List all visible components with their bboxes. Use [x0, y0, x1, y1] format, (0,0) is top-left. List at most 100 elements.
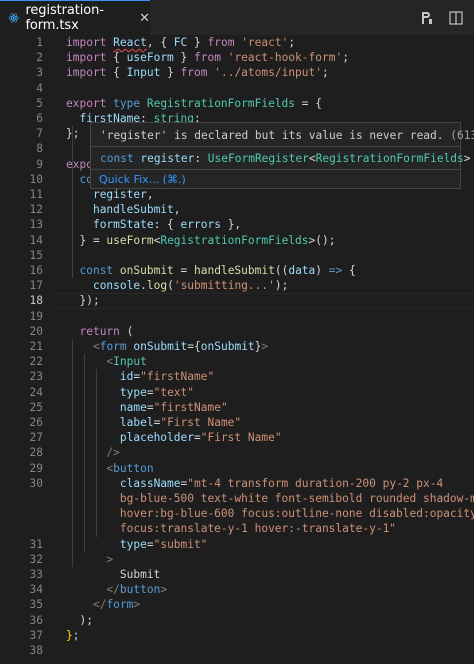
code-token: handleSubmit	[194, 264, 275, 277]
sig-const: const	[100, 152, 141, 165]
code-token: =	[173, 264, 195, 277]
code-line[interactable]: 5 export type RegistrationFormFields = {	[0, 96, 474, 111]
code-token: button	[119, 583, 161, 597]
line-content: handleSubmit,	[66, 202, 181, 217]
code-token: "submit"	[153, 537, 208, 551]
code-line[interactable]: 20 return (	[0, 324, 474, 339]
code-token: return	[79, 324, 120, 338]
code-token: '../atoms/input'	[214, 66, 323, 80]
code-token: label	[119, 416, 154, 429]
code-token: type	[119, 537, 147, 551]
line-number: 16	[29, 264, 43, 277]
line-number: 24	[29, 385, 43, 399]
line-content: expo	[66, 157, 93, 172]
line-number: 14	[29, 233, 43, 247]
line-content: } = useForm<RegistrationFormFields>();	[66, 233, 335, 248]
code-token: , {	[146, 36, 174, 49]
line-number: 6	[36, 112, 43, 125]
line-content: focus:translate-y-1 hover:-translate-y-1…	[66, 521, 396, 536]
line-content: type="submit"	[66, 537, 208, 552]
line-number: 27	[29, 431, 43, 445]
markdown-preview-icon[interactable]	[418, 10, 434, 26]
code-token: Input	[113, 355, 147, 369]
code-token: 'react-hook-form'	[227, 51, 343, 65]
line-content: export type RegistrationFormFields = {	[66, 96, 322, 111]
code-token: errors	[180, 218, 221, 232]
indent-guide	[72, 126, 73, 279]
code-token: type	[119, 385, 147, 399]
line-content: import React, { FC } from 'react';	[66, 35, 295, 50]
tab-filename: registration-form.tsx	[25, 3, 104, 33]
line-content: name="firstName"	[66, 400, 228, 415]
code-token: =	[193, 431, 201, 445]
code-token: >();	[308, 233, 336, 247]
code-line[interactable]: 18 });	[0, 293, 474, 308]
code-token: FC	[173, 36, 188, 49]
code-line[interactable]: 3 import { Input } from '../atoms/input';	[0, 65, 474, 80]
code-token: ((	[274, 264, 289, 277]
code-token: 'submitting...'	[173, 279, 275, 293]
line-number: 17	[29, 279, 43, 293]
code-token: button	[113, 461, 154, 475]
editor-tab[interactable]: registration-form.tsx ✕	[0, 0, 150, 35]
line-number: 35	[29, 598, 43, 612]
code-token: =>	[328, 264, 343, 277]
line-number: 18	[29, 294, 43, 308]
code-token: ;	[72, 628, 80, 642]
line-content: co	[66, 172, 92, 187]
split-editor-icon[interactable]	[448, 10, 464, 26]
code-token: "firstName"	[140, 370, 215, 384]
line-number: 23	[29, 370, 43, 384]
code-line[interactable]: 34 </button>	[0, 582, 474, 597]
code-token: "firstName"	[153, 400, 228, 414]
code-token: ,	[173, 203, 181, 217]
code-token: (	[167, 279, 174, 293]
line-number: 19	[29, 309, 43, 323]
code-token: );	[66, 613, 93, 627]
close-icon[interactable]: ✕	[139, 11, 150, 26]
code-line[interactable]: 1 import React, { FC } from 'react';	[0, 35, 474, 50]
code-token: =	[146, 537, 154, 551]
code-token: },	[220, 218, 242, 232]
code-line[interactable]: 36 );	[0, 613, 474, 628]
react-icon	[8, 13, 19, 23]
code-token: >	[160, 583, 168, 597]
line-content: className="mt-4 transform duration-200 p…	[66, 476, 443, 491]
code-token: className	[119, 476, 181, 490]
line-number: 32	[29, 552, 43, 566]
line-content: type="text"	[66, 385, 194, 400]
diagnostic-text: 'register' is declared but its value is …	[100, 129, 444, 142]
code-token: {	[113, 66, 127, 80]
editor-actions	[418, 0, 474, 35]
quick-fix-link[interactable]: Quick Fix... (⌘.)	[99, 173, 186, 186]
code-line[interactable]: 33 Submit	[0, 567, 474, 582]
code-token: onSubmit	[133, 340, 188, 353]
code-line[interactable]: 2 import { useForm } from 'react-hook-for…	[0, 50, 474, 65]
line-number: 10	[29, 172, 43, 186]
code-token: {	[342, 264, 356, 277]
code-line[interactable]: 17 console.log('submitting...');	[0, 278, 474, 293]
line-number: 12	[29, 203, 43, 217]
code-token: </	[92, 598, 107, 612]
code-token: >	[133, 598, 141, 612]
code-line[interactable]: 35 </form>	[0, 597, 474, 612]
line-content: </form>	[66, 597, 140, 612]
line-content: hover:bg-blue-600 focus:outline-none dis…	[66, 506, 474, 521]
code-line[interactable]: 37};	[0, 628, 474, 643]
code-token: "First Name"	[160, 416, 242, 429]
code-line[interactable]: 4	[0, 81, 474, 96]
code-line[interactable]: 19	[0, 309, 474, 324]
code-token: }	[173, 51, 195, 65]
code-token: from	[180, 66, 215, 80]
code-token: ={	[187, 340, 201, 353]
code-token: const	[79, 264, 120, 277]
code-line[interactable]: 38	[0, 643, 474, 658]
